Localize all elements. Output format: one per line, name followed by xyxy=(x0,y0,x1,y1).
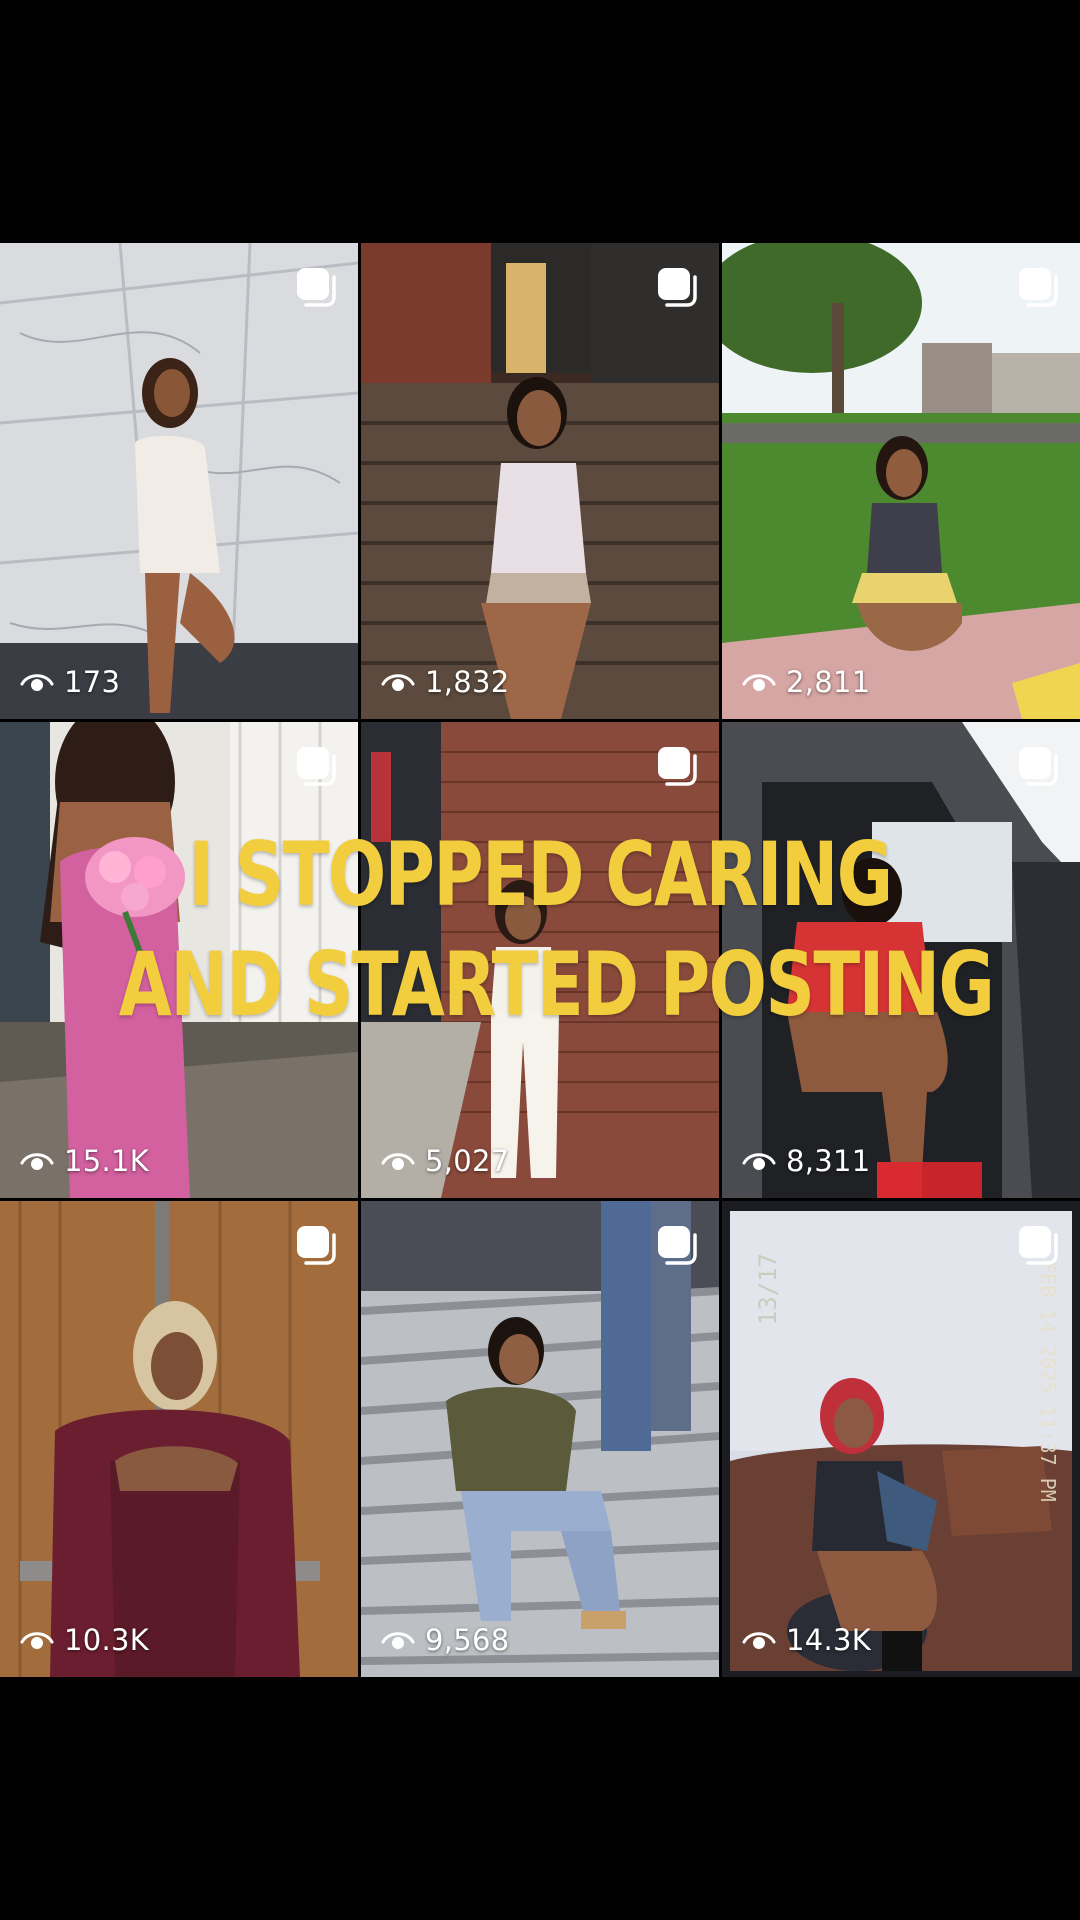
multiple-photos-icon xyxy=(1019,268,1058,307)
post-thumbnail-image xyxy=(361,1201,719,1677)
view-count: 5,027 xyxy=(381,1144,510,1178)
post-tile-8[interactable]: 9,568 xyxy=(361,1201,719,1677)
post-thumbnail-image xyxy=(361,722,719,1198)
multiple-photos-icon xyxy=(658,1226,697,1265)
eye-icon xyxy=(381,1153,415,1170)
view-count-label: 14.3K xyxy=(786,1623,872,1657)
post-thumbnail-image xyxy=(361,243,719,719)
view-count-label: 8,311 xyxy=(786,1144,871,1178)
multiple-photos-icon xyxy=(658,268,697,307)
eye-icon xyxy=(20,674,54,691)
post-tile-3[interactable]: 2,811 xyxy=(722,243,1080,719)
multiple-photos-icon xyxy=(297,747,336,786)
view-count-label: 1,832 xyxy=(425,665,510,699)
view-count-label: 173 xyxy=(64,665,121,699)
photo-frame-counter-stamp: 13/17 xyxy=(754,1253,782,1326)
reels-grid-screen: 173 1,832 2,811 15.1K 5,027 8,311 10.3K … xyxy=(0,0,1080,1920)
multiple-photos-icon xyxy=(1019,747,1058,786)
eye-icon xyxy=(381,674,415,691)
multiple-photos-icon xyxy=(1019,1226,1058,1265)
post-tile-7[interactable]: 10.3K xyxy=(0,1201,358,1677)
view-count-label: 5,027 xyxy=(425,1144,510,1178)
multiple-photos-icon xyxy=(297,1226,336,1265)
post-tile-1[interactable]: 173 xyxy=(0,243,358,719)
view-count: 8,311 xyxy=(742,1144,871,1178)
eye-icon xyxy=(20,1632,54,1649)
view-count: 2,811 xyxy=(742,665,871,699)
eye-icon xyxy=(742,1153,776,1170)
eye-icon xyxy=(742,1632,776,1649)
view-count: 9,568 xyxy=(381,1623,510,1657)
view-count: 1,832 xyxy=(381,665,510,699)
view-count: 15.1K xyxy=(20,1144,149,1178)
photo-date-stamp: FEB 14 2025 11:37 PM xyxy=(1036,1261,1060,1502)
post-tile-4[interactable]: 15.1K xyxy=(0,722,358,1198)
eye-icon xyxy=(381,1632,415,1649)
post-tile-6[interactable]: 8,311 xyxy=(722,722,1080,1198)
view-count-label: 10.3K xyxy=(64,1623,150,1657)
view-count: 10.3K xyxy=(20,1623,149,1657)
profile-post-grid: 173 1,832 2,811 15.1K 5,027 8,311 10.3K … xyxy=(0,243,1080,1677)
view-count-label: 9,568 xyxy=(425,1623,510,1657)
eye-icon xyxy=(742,674,776,691)
view-count: 14.3K xyxy=(742,1623,871,1657)
view-count-label: 15.1K xyxy=(64,1144,150,1178)
post-thumbnail-image xyxy=(0,722,358,1198)
post-tile-2[interactable]: 1,832 xyxy=(361,243,719,719)
post-thumbnail-image xyxy=(0,1201,358,1677)
post-tile-9[interactable]: 13/17 FEB 14 2025 11:37 PM 14.3K xyxy=(722,1201,1080,1677)
post-thumbnail-image xyxy=(722,243,1080,719)
post-thumbnail-image xyxy=(722,722,1080,1198)
post-tile-5[interactable]: 5,027 xyxy=(361,722,719,1198)
multiple-photos-icon xyxy=(297,268,336,307)
multiple-photos-icon xyxy=(658,747,697,786)
view-count: 173 xyxy=(20,665,120,699)
view-count-label: 2,811 xyxy=(786,665,871,699)
post-thumbnail-image xyxy=(0,243,358,719)
eye-icon xyxy=(20,1153,54,1170)
